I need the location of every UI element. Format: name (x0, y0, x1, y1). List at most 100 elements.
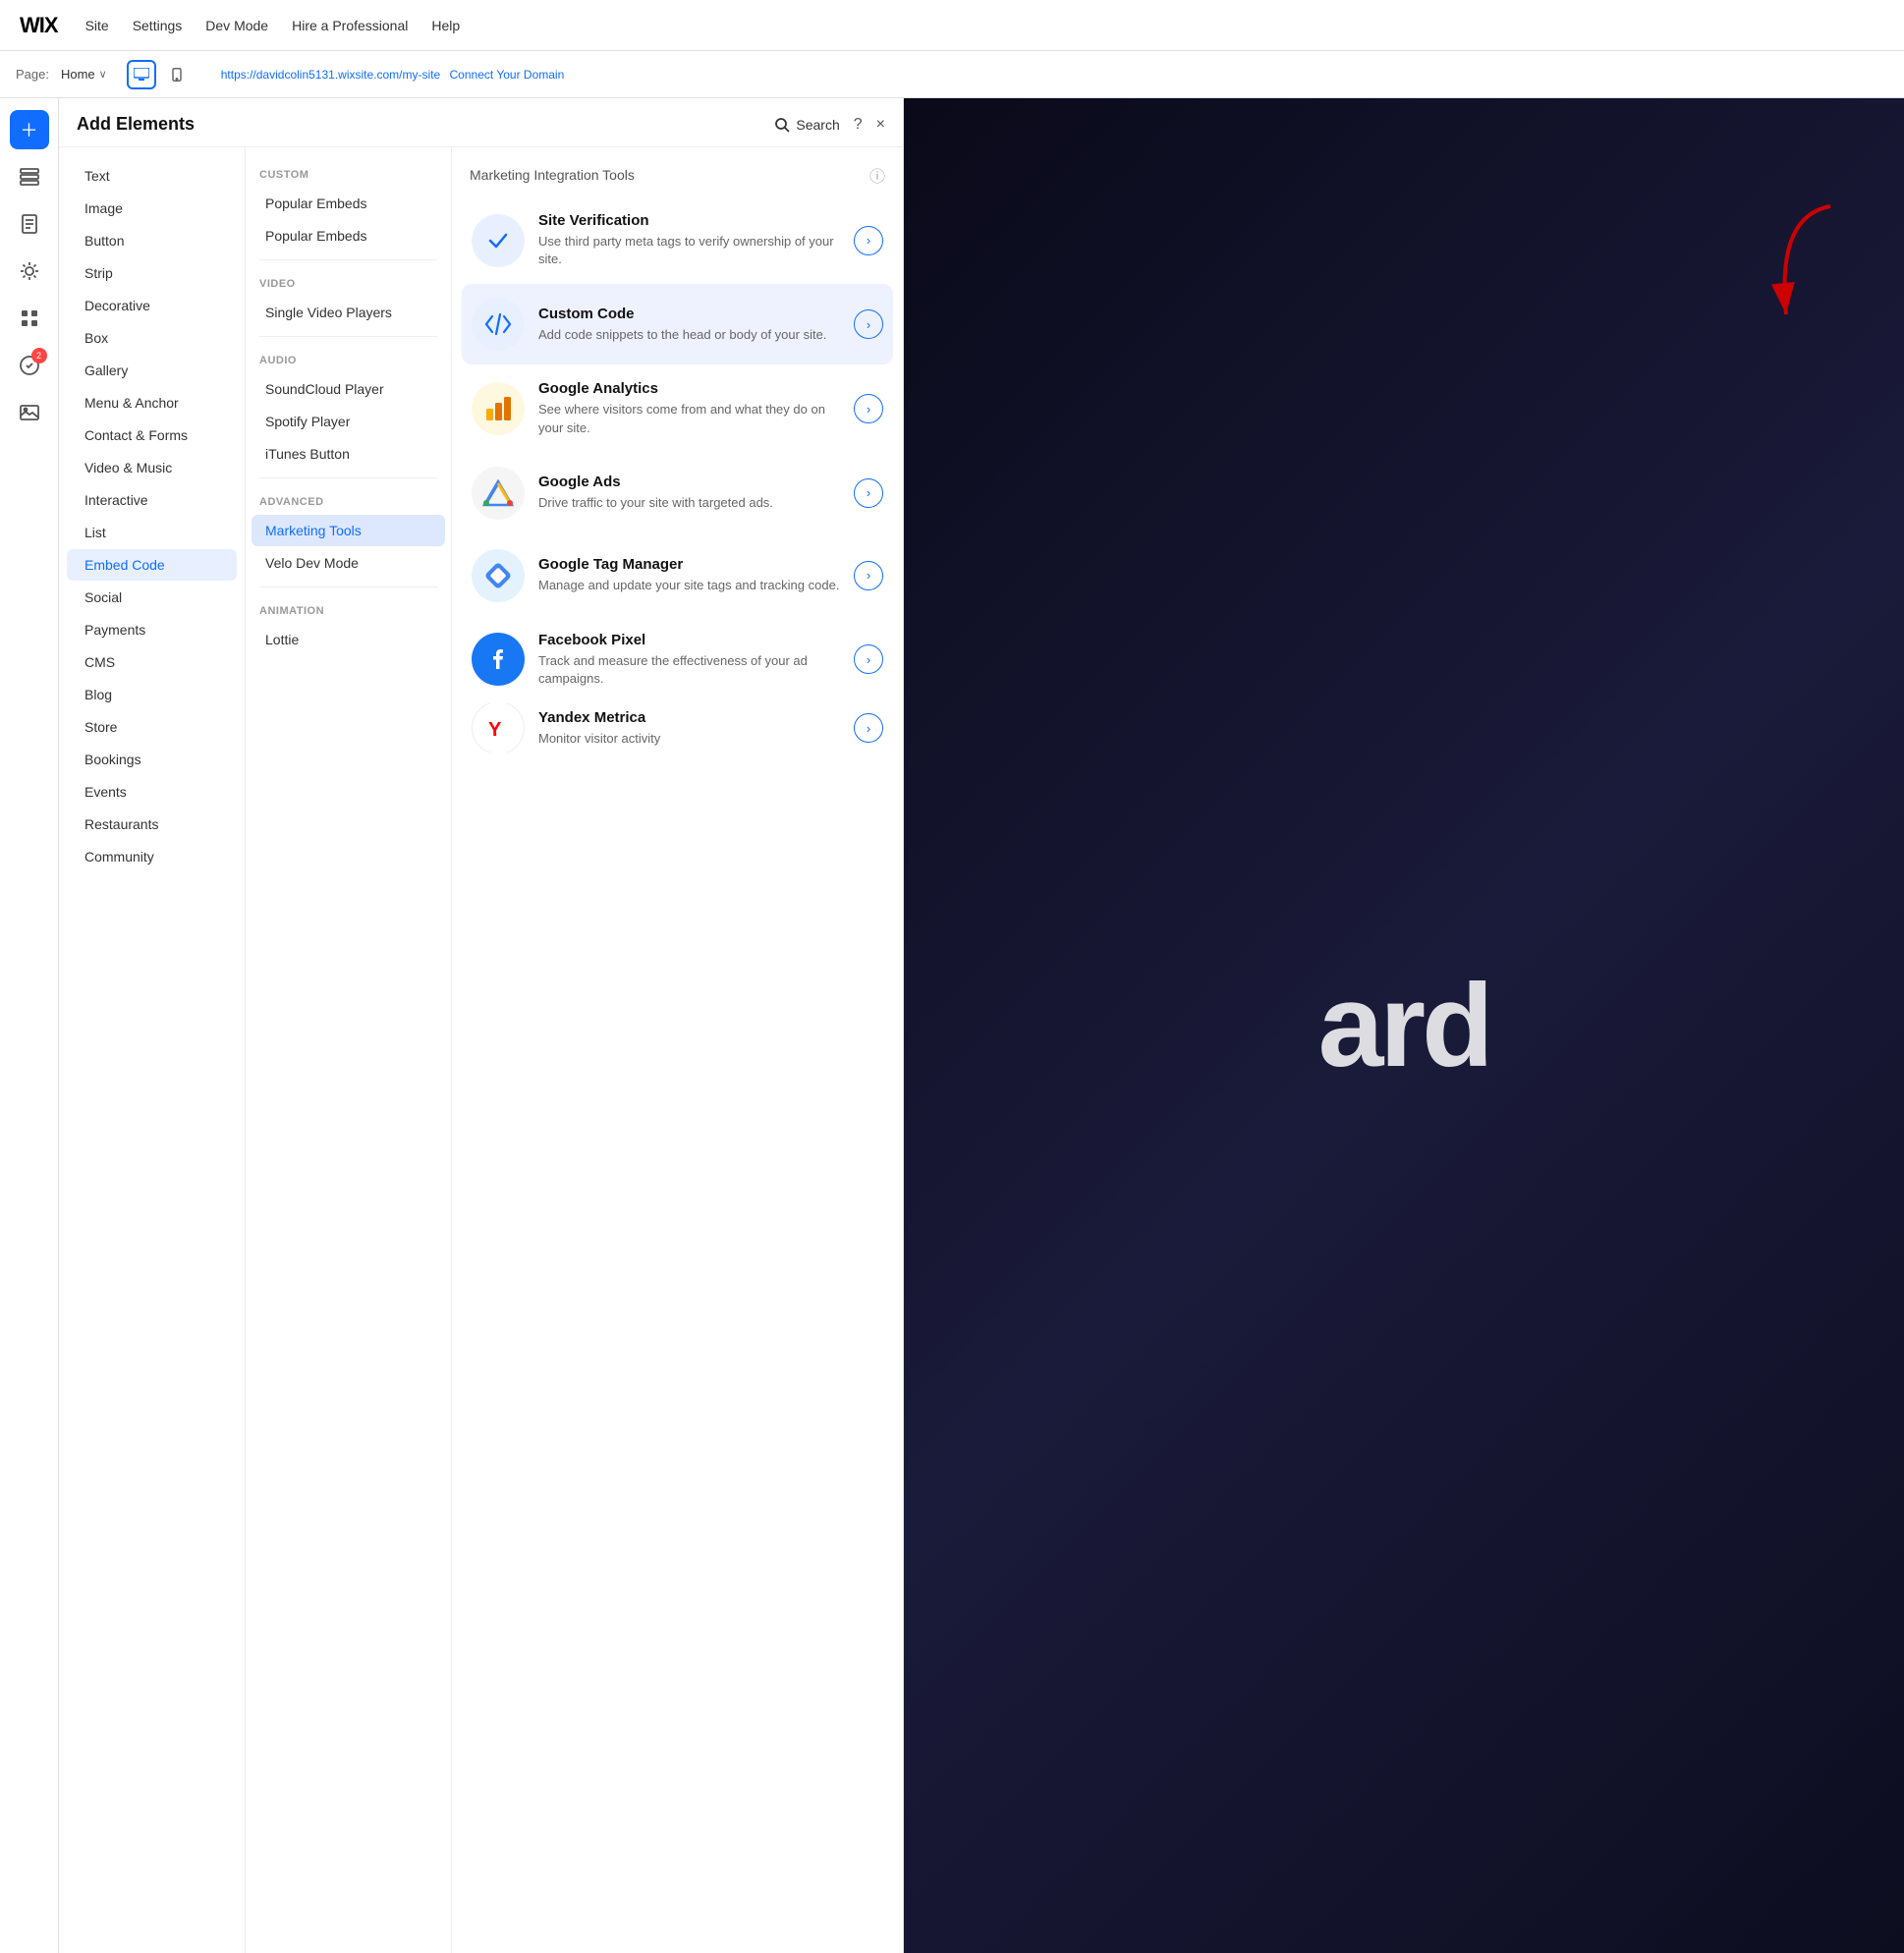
tool-google-ads[interactable]: Google Ads Drive traffic to your site wi… (462, 453, 893, 533)
nav-help[interactable]: Help (431, 18, 460, 33)
yandex-metrica-arrow[interactable]: › (854, 713, 883, 743)
sub-spotify[interactable]: Spotify Player (252, 406, 445, 437)
tool-yandex-metrica[interactable]: Y Yandex Metrica Monitor visitor activit… (462, 703, 893, 753)
tools-column: Marketing Integration Tools ⓘ Site Verif… (452, 147, 903, 1953)
site-verification-arrow[interactable]: › (854, 226, 883, 255)
tool-google-analytics[interactable]: Google Analytics See where visitors come… (462, 366, 893, 450)
tool-site-verification[interactable]: Site Verification Use third party meta t… (462, 198, 893, 282)
custom-code-icon (472, 298, 525, 351)
nav-settings[interactable]: Settings (133, 18, 183, 33)
nav-devmode[interactable]: Dev Mode (205, 18, 268, 33)
help-button[interactable]: ? (854, 116, 863, 134)
sub-popular-embeds-1[interactable]: Popular Embeds (252, 188, 445, 219)
sub-itunes[interactable]: iTunes Button (252, 438, 445, 470)
desktop-view-icon[interactable] (127, 60, 156, 89)
cat-store[interactable]: Store (67, 711, 237, 743)
search-label: Search (796, 117, 839, 133)
yandex-metrica-icon: Y (472, 703, 525, 753)
nav-hire[interactable]: Hire a Professional (292, 18, 408, 33)
sub-soundcloud[interactable]: SoundCloud Player (252, 373, 445, 405)
apps-icon[interactable] (10, 299, 49, 338)
mobile-view-icon[interactable] (162, 60, 192, 89)
page-name: Home (61, 67, 95, 82)
sub-popular-embeds-2[interactable]: Popular Embeds (252, 220, 445, 251)
tool-google-tag-manager[interactable]: Google Tag Manager Manage and update you… (462, 535, 893, 616)
google-analytics-arrow[interactable]: › (854, 394, 883, 423)
page-selector[interactable]: Home ∨ (61, 67, 107, 82)
facebook-pixel-content: Facebook Pixel Track and measure the eff… (538, 632, 840, 688)
site-verification-icon (472, 214, 525, 267)
cat-box[interactable]: Box (67, 322, 237, 354)
cat-community[interactable]: Community (67, 841, 237, 872)
cat-events[interactable]: Events (67, 776, 237, 808)
cat-text[interactable]: Text (67, 160, 237, 192)
google-tag-manager-desc: Manage and update your site tags and tra… (538, 577, 840, 594)
cat-video-music[interactable]: Video & Music (67, 452, 237, 483)
section-label-custom: CUSTOM (246, 159, 451, 187)
divider-3 (259, 477, 437, 478)
custom-code-arrow[interactable]: › (854, 309, 883, 339)
main-layout: ＋ 2 Add Elements Search (0, 98, 1904, 1953)
sub-velo-dev-mode[interactable]: Velo Dev Mode (252, 547, 445, 579)
facebook-pixel-icon (472, 633, 525, 686)
section-label-advanced: ADVANCED (246, 486, 451, 514)
cat-decorative[interactable]: Decorative (67, 290, 237, 321)
cat-embed-code[interactable]: Embed Code (67, 549, 237, 581)
info-icon[interactable]: ⓘ (869, 163, 885, 187)
add-elements-panel: Add Elements Search ? × Text Image Butto… (59, 98, 904, 1953)
page-label: Page: (16, 67, 49, 82)
section-label-animation: ANIMATION (246, 595, 451, 623)
tool-facebook-pixel[interactable]: Facebook Pixel Track and measure the eff… (462, 618, 893, 701)
facebook-pixel-arrow[interactable]: › (854, 644, 883, 674)
sub-single-video[interactable]: Single Video Players (252, 297, 445, 328)
cat-social[interactable]: Social (67, 582, 237, 613)
categories-column: Text Image Button Strip Decorative Box G… (59, 147, 246, 1953)
google-analytics-content: Google Analytics See where visitors come… (538, 380, 840, 436)
marketplace-icon[interactable]: 2 (10, 346, 49, 385)
panel-title: Add Elements (77, 114, 195, 135)
cat-payments[interactable]: Payments (67, 614, 237, 645)
close-button[interactable]: × (876, 116, 885, 134)
cat-gallery[interactable]: Gallery (67, 355, 237, 386)
marketplace-badge: 2 (31, 348, 47, 363)
svg-text:Y: Y (488, 719, 502, 741)
sub-lottie[interactable]: Lottie (252, 624, 445, 655)
google-tag-manager-arrow[interactable]: › (854, 561, 883, 590)
view-icons (127, 60, 192, 89)
cat-contact-forms[interactable]: Contact & Forms (67, 419, 237, 451)
google-ads-arrow[interactable]: › (854, 478, 883, 508)
cat-button[interactable]: Button (67, 225, 237, 256)
facebook-pixel-name: Facebook Pixel (538, 632, 840, 648)
divider-1 (259, 259, 437, 260)
search-button[interactable]: Search (774, 117, 839, 133)
cat-bookings[interactable]: Bookings (67, 744, 237, 775)
yandex-metrica-name: Yandex Metrica (538, 709, 840, 726)
site-url: https://davidcolin5131.wixsite.com/my-si… (221, 68, 440, 82)
sub-marketing-tools[interactable]: Marketing Tools (252, 515, 445, 546)
media-icon[interactable] (10, 393, 49, 432)
cat-strip[interactable]: Strip (67, 257, 237, 289)
facebook-pixel-desc: Track and measure the effectiveness of y… (538, 652, 840, 688)
nav-site[interactable]: Site (85, 18, 109, 33)
cat-cms[interactable]: CMS (67, 646, 237, 678)
panel-header-right: Search ? × (774, 116, 885, 134)
cat-interactive[interactable]: Interactive (67, 484, 237, 516)
yandex-metrica-desc: Monitor visitor activity (538, 730, 840, 748)
nav-links: Site Settings Dev Mode Hire a Profession… (85, 18, 461, 33)
cat-restaurants[interactable]: Restaurants (67, 809, 237, 840)
theme-icon[interactable] (10, 251, 49, 291)
tool-custom-code[interactable]: Custom Code Add code snippets to the hea… (462, 284, 893, 364)
add-elements-icon[interactable]: ＋ (10, 110, 49, 149)
url-bar: https://davidcolin5131.wixsite.com/my-si… (215, 68, 565, 82)
cat-list[interactable]: List (67, 517, 237, 548)
layers-icon[interactable] (10, 157, 49, 196)
custom-code-desc: Add code snippets to the head or body of… (538, 326, 840, 344)
pages-icon[interactable] (10, 204, 49, 244)
red-arrow-indicator (1757, 196, 1845, 339)
cat-menu-anchor[interactable]: Menu & Anchor (67, 387, 237, 418)
connect-domain-link[interactable]: Connect Your Domain (450, 68, 565, 82)
google-ads-icon (472, 467, 525, 520)
cat-image[interactable]: Image (67, 193, 237, 224)
cat-blog[interactable]: Blog (67, 679, 237, 710)
site-verification-desc: Use third party meta tags to verify owne… (538, 233, 840, 268)
